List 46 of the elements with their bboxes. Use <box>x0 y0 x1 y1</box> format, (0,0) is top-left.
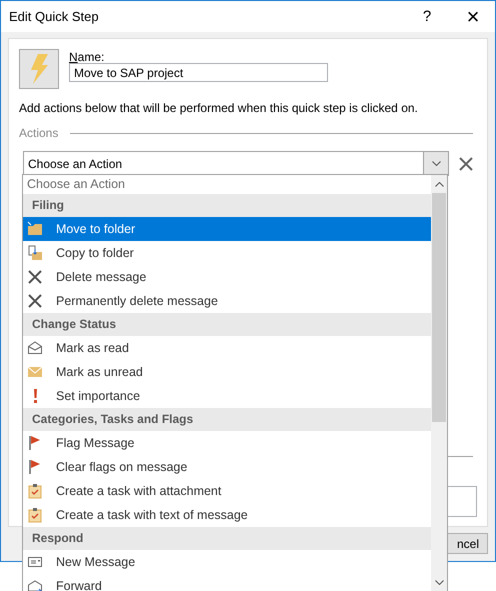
window-title: Edit Quick Step <box>9 9 100 24</box>
tooltip-field[interactable] <box>445 486 477 517</box>
group-header: Respond <box>23 527 431 550</box>
copy-folder-icon <box>27 245 43 261</box>
dropdown-item[interactable]: Forward <box>23 574 431 591</box>
group-header: Change Status <box>23 313 431 336</box>
open-envelope-icon <box>27 340 43 356</box>
x-icon <box>27 293 43 309</box>
dropdown-item[interactable]: Permanently delete message <box>23 289 431 313</box>
lightning-bolt-icon[interactable] <box>19 49 59 89</box>
dropdown-item[interactable]: Set importance <box>23 384 431 408</box>
remove-icon[interactable] <box>459 156 473 170</box>
dropdown-item[interactable]: Clear flags on message <box>23 455 431 479</box>
dropdown-placeholder[interactable]: Choose an Action <box>23 175 431 194</box>
dropdown-item[interactable]: Mark as read <box>23 336 431 360</box>
chevron-down-icon[interactable] <box>434 580 444 584</box>
exclamation-icon <box>34 389 36 403</box>
clipboard-icon <box>27 483 43 499</box>
description-text: Add actions below that will be performed when this quick step is clicked on. <box>19 101 418 115</box>
scroll-thumb[interactable] <box>432 193 446 422</box>
dropdown-item[interactable]: Mark as unread <box>23 360 431 384</box>
message-icon <box>27 554 43 570</box>
chevron-down-icon <box>432 161 440 166</box>
group-header: Filing <box>23 194 431 217</box>
name-field[interactable]: Move to SAP project <box>69 63 328 82</box>
help-button[interactable]: ? <box>417 8 437 25</box>
x-icon <box>27 269 43 285</box>
folder-icon <box>27 221 43 237</box>
dropdown-item[interactable]: Flag Message <box>23 431 431 455</box>
chevron-up-icon[interactable] <box>434 182 444 186</box>
scrollbar[interactable] <box>431 175 447 591</box>
group-header: Categories, Tasks and Flags <box>23 408 431 431</box>
dropdown-item[interactable]: Copy to folder <box>23 241 431 265</box>
close-button[interactable]: × <box>463 4 483 30</box>
envelope-icon <box>27 364 43 380</box>
cancel-button[interactable]: ncel <box>446 533 488 554</box>
clipboard-icon <box>27 507 43 523</box>
dropdown-item[interactable]: Create a task with text of message <box>23 503 431 527</box>
name-label: Name: <box>69 51 104 63</box>
dropdown-item[interactable]: New Message <box>23 550 431 574</box>
action-dropdown[interactable]: Choose an Action <box>23 151 449 176</box>
dropdown-item[interactable]: Move to folder <box>23 217 431 241</box>
dropdown-item[interactable]: Delete message <box>23 265 431 289</box>
section-heading: Actions <box>19 126 58 140</box>
dropdown-item[interactable]: Create a task with attachment <box>23 479 431 503</box>
forward-icon <box>27 578 43 591</box>
